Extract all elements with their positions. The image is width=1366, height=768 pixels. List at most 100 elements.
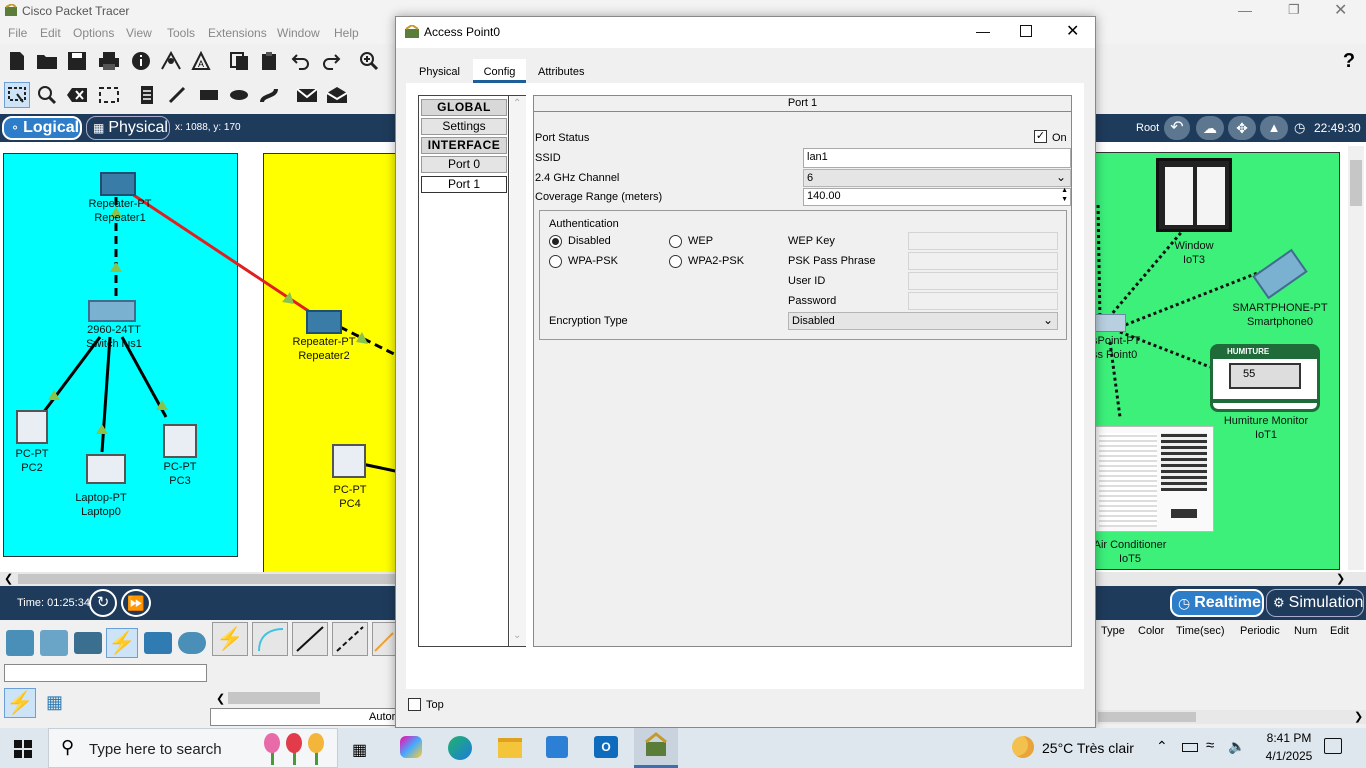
crossover-cable-icon[interactable] — [332, 622, 368, 656]
menu-help[interactable]: Help — [334, 26, 359, 40]
redo-icon[interactable] — [318, 48, 344, 74]
coverage-spin-up-icon[interactable]: ▲ — [1061, 187, 1068, 194]
sidebar-settings[interactable]: Settings — [421, 118, 507, 135]
taskbar-search-box[interactable]: ⚲ Type here to search — [48, 728, 338, 768]
fiber-cable-icon[interactable] — [372, 622, 396, 656]
components-icon[interactable] — [74, 632, 102, 654]
reset-time-icon[interactable]: ↻ — [89, 589, 117, 617]
dialog-minimize-icon[interactable]: — — [976, 23, 990, 39]
fast-forward-icon[interactable]: ⏩ — [121, 589, 151, 617]
notification-icon[interactable] — [1324, 738, 1342, 754]
draw-line-icon[interactable] — [164, 82, 190, 108]
close-icon[interactable]: ✕ — [1334, 0, 1354, 20]
pc4-device[interactable] — [332, 444, 366, 478]
edge-browser-icon[interactable] — [448, 736, 472, 760]
psk-field[interactable] — [908, 252, 1058, 270]
top-checkbox[interactable] — [408, 698, 421, 711]
inspect-icon[interactable] — [34, 82, 60, 108]
realtime-button[interactable]: ◷ Realtime — [1170, 589, 1264, 617]
dialog-maximize-icon[interactable] — [1020, 25, 1032, 37]
laptop0-device[interactable] — [86, 454, 126, 484]
file-explorer-icon[interactable] — [498, 738, 522, 758]
draw-rectangle-icon[interactable] — [196, 82, 222, 108]
menu-options[interactable]: Options — [73, 26, 114, 40]
help-question-icon[interactable]: ? — [1336, 48, 1362, 74]
sidebar-scroll-down-icon[interactable]: ⌄ — [513, 630, 521, 641]
password-field[interactable] — [908, 292, 1058, 310]
tab-config[interactable]: Config — [473, 59, 526, 83]
logical-view-button[interactable]: ⚬ Logical — [2, 116, 82, 140]
restore-icon[interactable]: ❐ — [1288, 2, 1308, 22]
background-icon[interactable]: ▲ — [1260, 116, 1288, 140]
repeater1-device[interactable] — [100, 172, 136, 196]
packet-tracer-taskbar-icon[interactable] — [634, 728, 678, 768]
tray-chevron-up-icon[interactable]: ⌃ — [1156, 738, 1168, 755]
ssid-field[interactable]: lan1 — [803, 148, 1071, 168]
connections-icon[interactable]: ⚡ — [106, 628, 138, 658]
cluster-icon[interactable]: ☁ — [1196, 116, 1224, 140]
event-scroll-right-icon[interactable]: ❯ — [1354, 710, 1363, 723]
cable-hscroll-thumb[interactable] — [228, 692, 320, 704]
select-tool-icon[interactable] — [4, 82, 30, 108]
tab-physical[interactable]: Physical — [419, 66, 460, 78]
copilot-icon[interactable] — [400, 736, 422, 758]
end-devices-icon[interactable] — [40, 630, 68, 656]
workspace-vscrollbar[interactable] — [1348, 146, 1364, 570]
menu-window[interactable]: Window — [277, 26, 320, 40]
print-icon[interactable] — [96, 48, 122, 74]
hscroll-thumb[interactable] — [18, 574, 398, 584]
volume-icon[interactable]: 🔈 — [1228, 738, 1245, 755]
copy-icon[interactable] — [226, 48, 252, 74]
info-icon[interactable] — [128, 48, 154, 74]
undo-icon[interactable] — [288, 48, 314, 74]
add-pdu-icon[interactable] — [294, 82, 320, 108]
auth-wep-radio[interactable] — [669, 235, 682, 248]
back-icon[interactable]: ↶ — [1164, 116, 1190, 140]
minimize-icon[interactable]: — — [1238, 2, 1258, 22]
move-icon[interactable]: ✥ — [1228, 116, 1256, 140]
physical-view-button[interactable]: ▦ Physical — [86, 116, 170, 140]
device-search-box[interactable] — [4, 664, 207, 682]
menu-tools[interactable]: Tools — [167, 26, 195, 40]
store-icon[interactable] — [546, 736, 568, 758]
humiture-monitor-device[interactable]: HUMITURE 55 — [1210, 344, 1320, 412]
sidebar-scrollbar[interactable]: ⌃ ⌄ — [510, 96, 526, 646]
repeater2-device[interactable] — [306, 310, 342, 334]
task-view-icon[interactable]: ▦ — [352, 740, 367, 760]
new-file-icon[interactable] — [4, 48, 30, 74]
auth-disabled-radio[interactable] — [549, 235, 562, 248]
auto-cable-icon[interactable]: ⚡ — [212, 622, 248, 656]
pc2-device[interactable] — [16, 410, 48, 444]
dialog-close-icon[interactable]: ✕ — [1066, 21, 1079, 41]
outlook-icon[interactable]: O — [594, 736, 618, 758]
sidebar-scroll-up-icon[interactable]: ⌃ — [513, 98, 521, 109]
windows-start-icon[interactable] — [14, 740, 32, 758]
menu-file[interactable]: File — [8, 26, 27, 40]
window-iot-device[interactable] — [1156, 158, 1232, 232]
auth-wpapsk-radio[interactable] — [549, 255, 562, 268]
complex-pdu-icon[interactable] — [324, 82, 350, 108]
event-list-hscroll[interactable]: ❯ — [1096, 710, 1366, 724]
draw-ellipse-icon[interactable] — [226, 82, 252, 108]
misc-icon[interactable] — [144, 632, 172, 654]
cable-scroll-left-icon[interactable]: ❮ — [216, 692, 225, 705]
activity-wizard-icon[interactable]: A — [188, 48, 214, 74]
freeform-icon[interactable] — [256, 82, 282, 108]
userid-field[interactable] — [908, 272, 1058, 290]
channel-select[interactable]: 6 ⌄ — [803, 169, 1071, 187]
switch-device[interactable] — [88, 300, 136, 322]
grid-icon[interactable]: ▦ — [46, 692, 66, 712]
pc3-device[interactable] — [163, 424, 197, 458]
network-devices-icon[interactable] — [6, 630, 34, 656]
scroll-right-icon[interactable]: ❯ — [1336, 572, 1345, 585]
connection-subtype-icon[interactable]: ⚡ — [4, 688, 36, 718]
port-status-checkbox[interactable]: ✓ — [1034, 130, 1047, 143]
access-point-device[interactable] — [1092, 314, 1126, 332]
note-icon[interactable] — [134, 82, 160, 108]
open-folder-icon[interactable] — [34, 48, 60, 74]
resize-shape-icon[interactable] — [96, 82, 122, 108]
zoom-in-icon[interactable] — [356, 48, 382, 74]
save-icon[interactable] — [64, 48, 90, 74]
straight-cable-icon[interactable] — [292, 622, 328, 656]
console-cable-icon[interactable] — [252, 622, 288, 656]
